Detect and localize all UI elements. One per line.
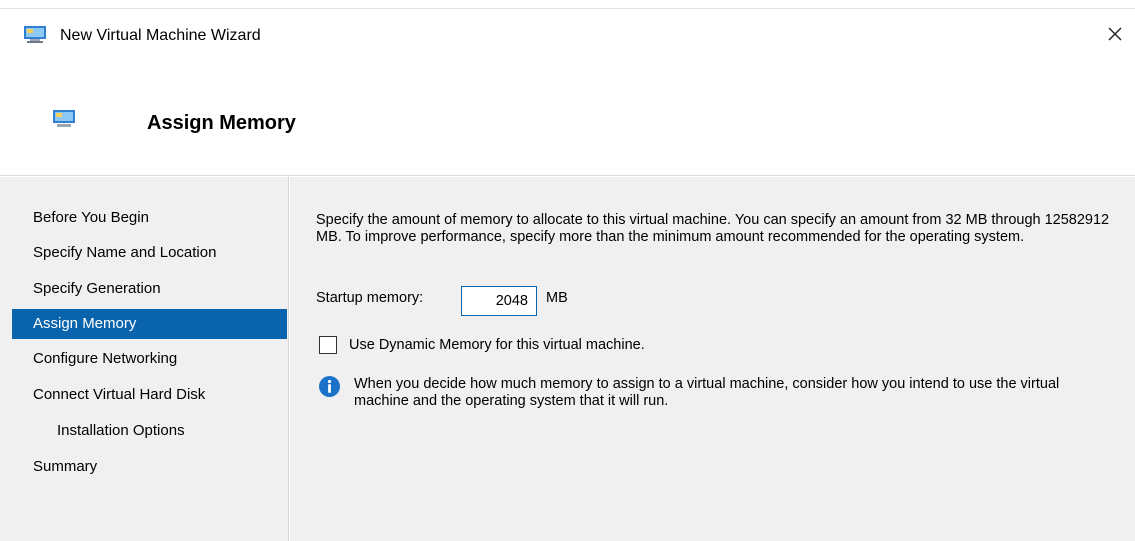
sidebar-item-specify-generation[interactable]: Specify Generation (12, 274, 287, 304)
close-icon (1108, 27, 1122, 41)
memory-unit-label: MB (546, 290, 568, 306)
page-header: Assign Memory (0, 60, 1135, 176)
sidebar-item-specify-name-and-location[interactable]: Specify Name and Location (12, 238, 287, 268)
main-content: Specify the amount of memory to allocate… (290, 177, 1135, 541)
sidebar-item-connect-virtual-hard-disk[interactable]: Connect Virtual Hard Disk (12, 380, 287, 410)
startup-memory-label: Startup memory: (316, 290, 424, 306)
window-top-edge (0, 0, 1135, 9)
close-button[interactable] (1095, 14, 1135, 54)
memory-description: Specify the amount of memory to allocate… (316, 212, 1110, 245)
memory-monitor-icon (53, 110, 75, 128)
sidebar-item-before-you-begin[interactable]: Before You Begin (12, 203, 287, 233)
sidebar-item-summary[interactable]: Summary (12, 452, 287, 482)
memory-info-text: When you decide how much memory to assig… (354, 376, 1060, 409)
dynamic-memory-checkbox[interactable] (319, 336, 337, 354)
wizard-steps-sidebar: Before You Begin Specify Name and Locati… (0, 177, 289, 541)
dynamic-memory-label[interactable]: Use Dynamic Memory for this virtual mach… (349, 337, 645, 353)
sidebar-item-configure-networking[interactable]: Configure Networking (12, 344, 287, 374)
title-bar: New Virtual Machine Wizard (0, 10, 1135, 60)
window-title: New Virtual Machine Wizard (60, 27, 261, 44)
info-icon (319, 376, 340, 397)
startup-memory-input[interactable] (461, 286, 537, 316)
page-title: Assign Memory (147, 112, 296, 134)
sidebar-item-assign-memory[interactable]: Assign Memory (12, 309, 287, 339)
vm-monitor-icon (24, 26, 46, 43)
sidebar-item-installation-options[interactable]: Installation Options (12, 416, 287, 446)
